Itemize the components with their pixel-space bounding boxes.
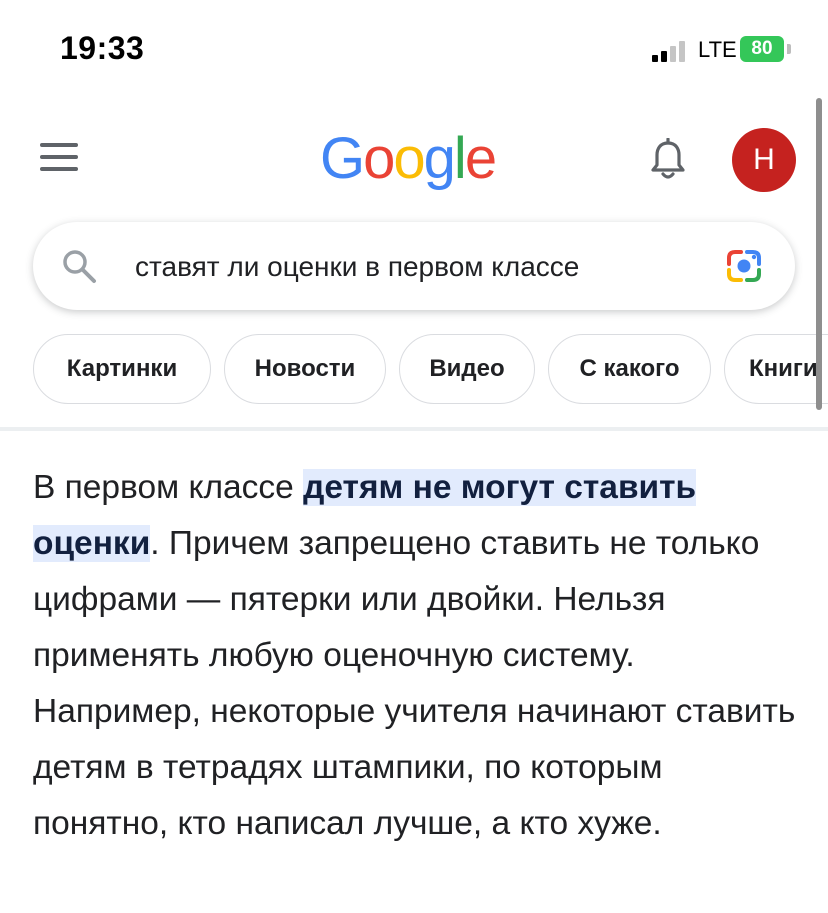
scrollbar[interactable] [816,98,822,410]
network-type: LTE [698,37,737,62]
status-bar: 19:33 LTE 80 [0,0,828,100]
google-logo[interactable]: Google [320,122,497,196]
search-icon [63,250,96,283]
featured-snippet: В первом классе детям не могут ставить о… [33,460,803,852]
snippet-text: В первом классе [33,469,304,506]
logo-letter: G [320,126,365,191]
bell-icon[interactable] [648,138,688,182]
filter-chips: Картинки Новости Видео С какого Книги [33,334,828,406]
battery-level: 80 [751,38,773,59]
divider [0,427,828,431]
signal-strength-icon [652,40,692,62]
logo-letter: o [393,126,425,191]
search-input[interactable]: ставят ли оценки в первом классе [135,251,579,283]
google-lens-icon[interactable] [725,248,763,284]
chip-news[interactable]: Новости [224,334,386,404]
search-bar[interactable]: ставят ли оценки в первом классе [33,222,795,310]
account-avatar[interactable]: H [732,128,796,192]
battery-icon: 80 [740,36,784,62]
logo-letter: l [453,126,467,191]
chip-video[interactable]: Видео [399,334,535,404]
status-time: 19:33 [60,30,145,66]
chip-books[interactable]: Книги [724,334,828,404]
logo-letter: g [423,126,456,191]
snippet-text-rest: . Причем запрещено ставить не только циф… [33,525,796,842]
chip-since-when[interactable]: С какого [548,334,711,404]
logo-letter: e [464,126,497,191]
hamburger-menu-icon[interactable] [40,143,78,171]
logo-letter: o [363,126,395,191]
chip-images[interactable]: Картинки [33,334,211,404]
header: Google H [0,100,828,220]
battery-cap [787,44,791,54]
